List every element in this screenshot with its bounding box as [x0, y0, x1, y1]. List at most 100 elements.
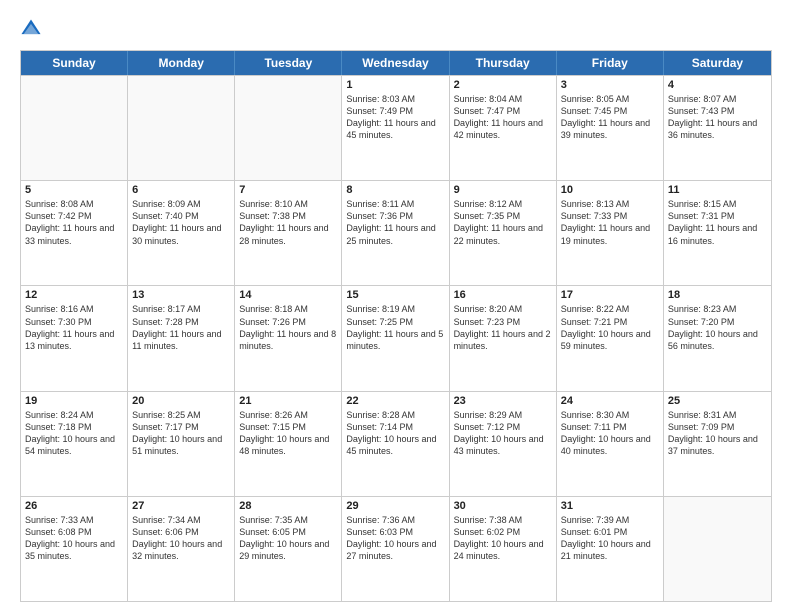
calendar-cell: 17 Sunrise: 8:22 AM Sunset: 7:21 PM Dayli… — [557, 286, 664, 390]
day-info: Sunrise: 8:18 AM Sunset: 7:26 PM Dayligh… — [239, 303, 337, 352]
day-info: Sunrise: 8:31 AM Sunset: 7:09 PM Dayligh… — [668, 409, 767, 458]
calendar-cell: 12 Sunrise: 8:16 AM Sunset: 7:30 PM Dayli… — [21, 286, 128, 390]
header — [20, 18, 772, 40]
day-number: 27 — [132, 500, 230, 512]
day-info: Sunrise: 7:36 AM Sunset: 6:03 PM Dayligh… — [346, 514, 444, 563]
calendar-cell: 13Sunrise: 8:17 AM Sunset: 7:28 PM Dayli… — [128, 286, 235, 390]
calendar-cell: 4 Sunrise: 8:07 AM Sunset: 7:43 PM Daylig… — [664, 76, 771, 180]
weekday-header: Monday — [128, 51, 235, 75]
calendar-cell: 7 Sunrise: 8:10 AM Sunset: 7:38 PM Daylig… — [235, 181, 342, 285]
calendar-cell: 9 Sunrise: 8:12 AM Sunset: 7:35 PM Daylig… — [450, 181, 557, 285]
day-number: 26 — [25, 500, 123, 512]
day-info: Sunrise: 8:24 AM Sunset: 7:18 PM Dayligh… — [25, 409, 123, 458]
logo-icon — [20, 18, 42, 40]
calendar-row: 19 Sunrise: 8:24 AM Sunset: 7:18 PM Dayli… — [21, 391, 771, 496]
calendar-cell: 15 Sunrise: 8:19 AM Sunset: 7:25 PM Dayli… — [342, 286, 449, 390]
day-number: 9 — [454, 184, 552, 196]
day-number: 22 — [346, 395, 444, 407]
day-number: 2 — [454, 79, 552, 91]
day-number: 23 — [454, 395, 552, 407]
day-number: 5 — [25, 184, 123, 196]
day-info: Sunrise: 7:33 AM Sunset: 6:08 PM Dayligh… — [25, 514, 123, 563]
calendar-cell: 11 Sunrise: 8:15 AM Sunset: 7:31 PM Dayli… — [664, 181, 771, 285]
weekday-header: Thursday — [450, 51, 557, 75]
weekday-header: Sunday — [21, 51, 128, 75]
day-info: Sunrise: 8:16 AM Sunset: 7:30 PM Dayligh… — [25, 303, 123, 352]
day-info: Sunrise: 8:15 AM Sunset: 7:31 PM Dayligh… — [668, 198, 767, 247]
calendar-cell: 8Sunrise: 8:11 AM Sunset: 7:36 PM Daylig… — [342, 181, 449, 285]
day-info: Sunrise: 8:11 AM Sunset: 7:36 PM Dayligh… — [346, 198, 444, 247]
day-number: 17 — [561, 289, 659, 301]
day-number: 12 — [25, 289, 123, 301]
calendar-cell: 6 Sunrise: 8:09 AM Sunset: 7:40 PM Daylig… — [128, 181, 235, 285]
calendar-cell: 19 Sunrise: 8:24 AM Sunset: 7:18 PM Dayli… — [21, 392, 128, 496]
day-info: Sunrise: 8:08 AM Sunset: 7:42 PM Dayligh… — [25, 198, 123, 247]
calendar-cell: 26 Sunrise: 7:33 AM Sunset: 6:08 PM Dayli… — [21, 497, 128, 601]
weekday-header: Tuesday — [235, 51, 342, 75]
calendar-cell — [235, 76, 342, 180]
calendar-cell: 18 Sunrise: 8:23 AM Sunset: 7:20 PM Dayli… — [664, 286, 771, 390]
day-info: Sunrise: 8:05 AM Sunset: 7:45 PM Dayligh… — [561, 93, 659, 142]
day-info: Sunrise: 8:25 AM Sunset: 7:17 PM Dayligh… — [132, 409, 230, 458]
calendar-cell: 23 Sunrise: 8:29 AM Sunset: 7:12 PM Dayli… — [450, 392, 557, 496]
calendar-cell: 20 Sunrise: 8:25 AM Sunset: 7:17 PM Dayli… — [128, 392, 235, 496]
day-info: Sunrise: 8:12 AM Sunset: 7:35 PM Dayligh… — [454, 198, 552, 247]
day-number: 21 — [239, 395, 337, 407]
calendar-cell: 25 Sunrise: 8:31 AM Sunset: 7:09 PM Dayli… — [664, 392, 771, 496]
calendar-row: 1Sunrise: 8:03 AM Sunset: 7:49 PM Daylig… — [21, 75, 771, 180]
day-info: Sunrise: 8:07 AM Sunset: 7:43 PM Dayligh… — [668, 93, 767, 142]
day-number: 10 — [561, 184, 659, 196]
calendar-cell: 29 Sunrise: 7:36 AM Sunset: 6:03 PM Dayli… — [342, 497, 449, 601]
calendar: SundayMondayTuesdayWednesdayThursdayFrid… — [20, 50, 772, 602]
day-number: 4 — [668, 79, 767, 91]
day-info: Sunrise: 8:26 AM Sunset: 7:15 PM Dayligh… — [239, 409, 337, 458]
day-number: 31 — [561, 500, 659, 512]
day-info: Sunrise: 7:34 AM Sunset: 6:06 PM Dayligh… — [132, 514, 230, 563]
day-info: Sunrise: 8:23 AM Sunset: 7:20 PM Dayligh… — [668, 303, 767, 352]
day-info: Sunrise: 8:30 AM Sunset: 7:11 PM Dayligh… — [561, 409, 659, 458]
calendar-cell: 3 Sunrise: 8:05 AM Sunset: 7:45 PM Daylig… — [557, 76, 664, 180]
weekday-header: Saturday — [664, 51, 771, 75]
calendar-cell: 21 Sunrise: 8:26 AM Sunset: 7:15 PM Dayli… — [235, 392, 342, 496]
weekday-header: Wednesday — [342, 51, 449, 75]
day-number: 15 — [346, 289, 444, 301]
calendar-row: 12 Sunrise: 8:16 AM Sunset: 7:30 PM Dayli… — [21, 285, 771, 390]
day-number: 30 — [454, 500, 552, 512]
day-number: 3 — [561, 79, 659, 91]
calendar-cell: 28Sunrise: 7:35 AM Sunset: 6:05 PM Dayli… — [235, 497, 342, 601]
calendar-cell: 31 Sunrise: 7:39 AM Sunset: 6:01 PM Dayli… — [557, 497, 664, 601]
calendar-page: SundayMondayTuesdayWednesdayThursdayFrid… — [0, 0, 792, 612]
day-number: 25 — [668, 395, 767, 407]
day-info: Sunrise: 8:29 AM Sunset: 7:12 PM Dayligh… — [454, 409, 552, 458]
day-number: 14 — [239, 289, 337, 301]
day-info: Sunrise: 8:28 AM Sunset: 7:14 PM Dayligh… — [346, 409, 444, 458]
day-info: Sunrise: 8:22 AM Sunset: 7:21 PM Dayligh… — [561, 303, 659, 352]
day-number: 24 — [561, 395, 659, 407]
day-info: Sunrise: 8:13 AM Sunset: 7:33 PM Dayligh… — [561, 198, 659, 247]
calendar-row: 5 Sunrise: 8:08 AM Sunset: 7:42 PM Daylig… — [21, 180, 771, 285]
day-info: Sunrise: 8:10 AM Sunset: 7:38 PM Dayligh… — [239, 198, 337, 247]
day-number: 19 — [25, 395, 123, 407]
calendar-cell: 30 Sunrise: 7:38 AM Sunset: 6:02 PM Dayli… — [450, 497, 557, 601]
calendar-cell — [128, 76, 235, 180]
day-info: Sunrise: 7:39 AM Sunset: 6:01 PM Dayligh… — [561, 514, 659, 563]
calendar-cell: 5 Sunrise: 8:08 AM Sunset: 7:42 PM Daylig… — [21, 181, 128, 285]
day-number: 29 — [346, 500, 444, 512]
day-info: Sunrise: 8:19 AM Sunset: 7:25 PM Dayligh… — [346, 303, 444, 352]
calendar-cell: 1Sunrise: 8:03 AM Sunset: 7:49 PM Daylig… — [342, 76, 449, 180]
day-number: 6 — [132, 184, 230, 196]
day-number: 20 — [132, 395, 230, 407]
calendar-cell: 2Sunrise: 8:04 AM Sunset: 7:47 PM Daylig… — [450, 76, 557, 180]
day-info: Sunrise: 8:03 AM Sunset: 7:49 PM Dayligh… — [346, 93, 444, 142]
day-number: 7 — [239, 184, 337, 196]
day-info: Sunrise: 7:35 AM Sunset: 6:05 PM Dayligh… — [239, 514, 337, 563]
day-info: Sunrise: 7:38 AM Sunset: 6:02 PM Dayligh… — [454, 514, 552, 563]
calendar-cell: 14 Sunrise: 8:18 AM Sunset: 7:26 PM Dayli… — [235, 286, 342, 390]
day-number: 18 — [668, 289, 767, 301]
day-number: 11 — [668, 184, 767, 196]
day-info: Sunrise: 8:09 AM Sunset: 7:40 PM Dayligh… — [132, 198, 230, 247]
calendar-cell: 16 Sunrise: 8:20 AM Sunset: 7:23 PM Dayli… — [450, 286, 557, 390]
calendar-header: SundayMondayTuesdayWednesdayThursdayFrid… — [21, 51, 771, 75]
day-info: Sunrise: 8:20 AM Sunset: 7:23 PM Dayligh… — [454, 303, 552, 352]
day-number: 16 — [454, 289, 552, 301]
